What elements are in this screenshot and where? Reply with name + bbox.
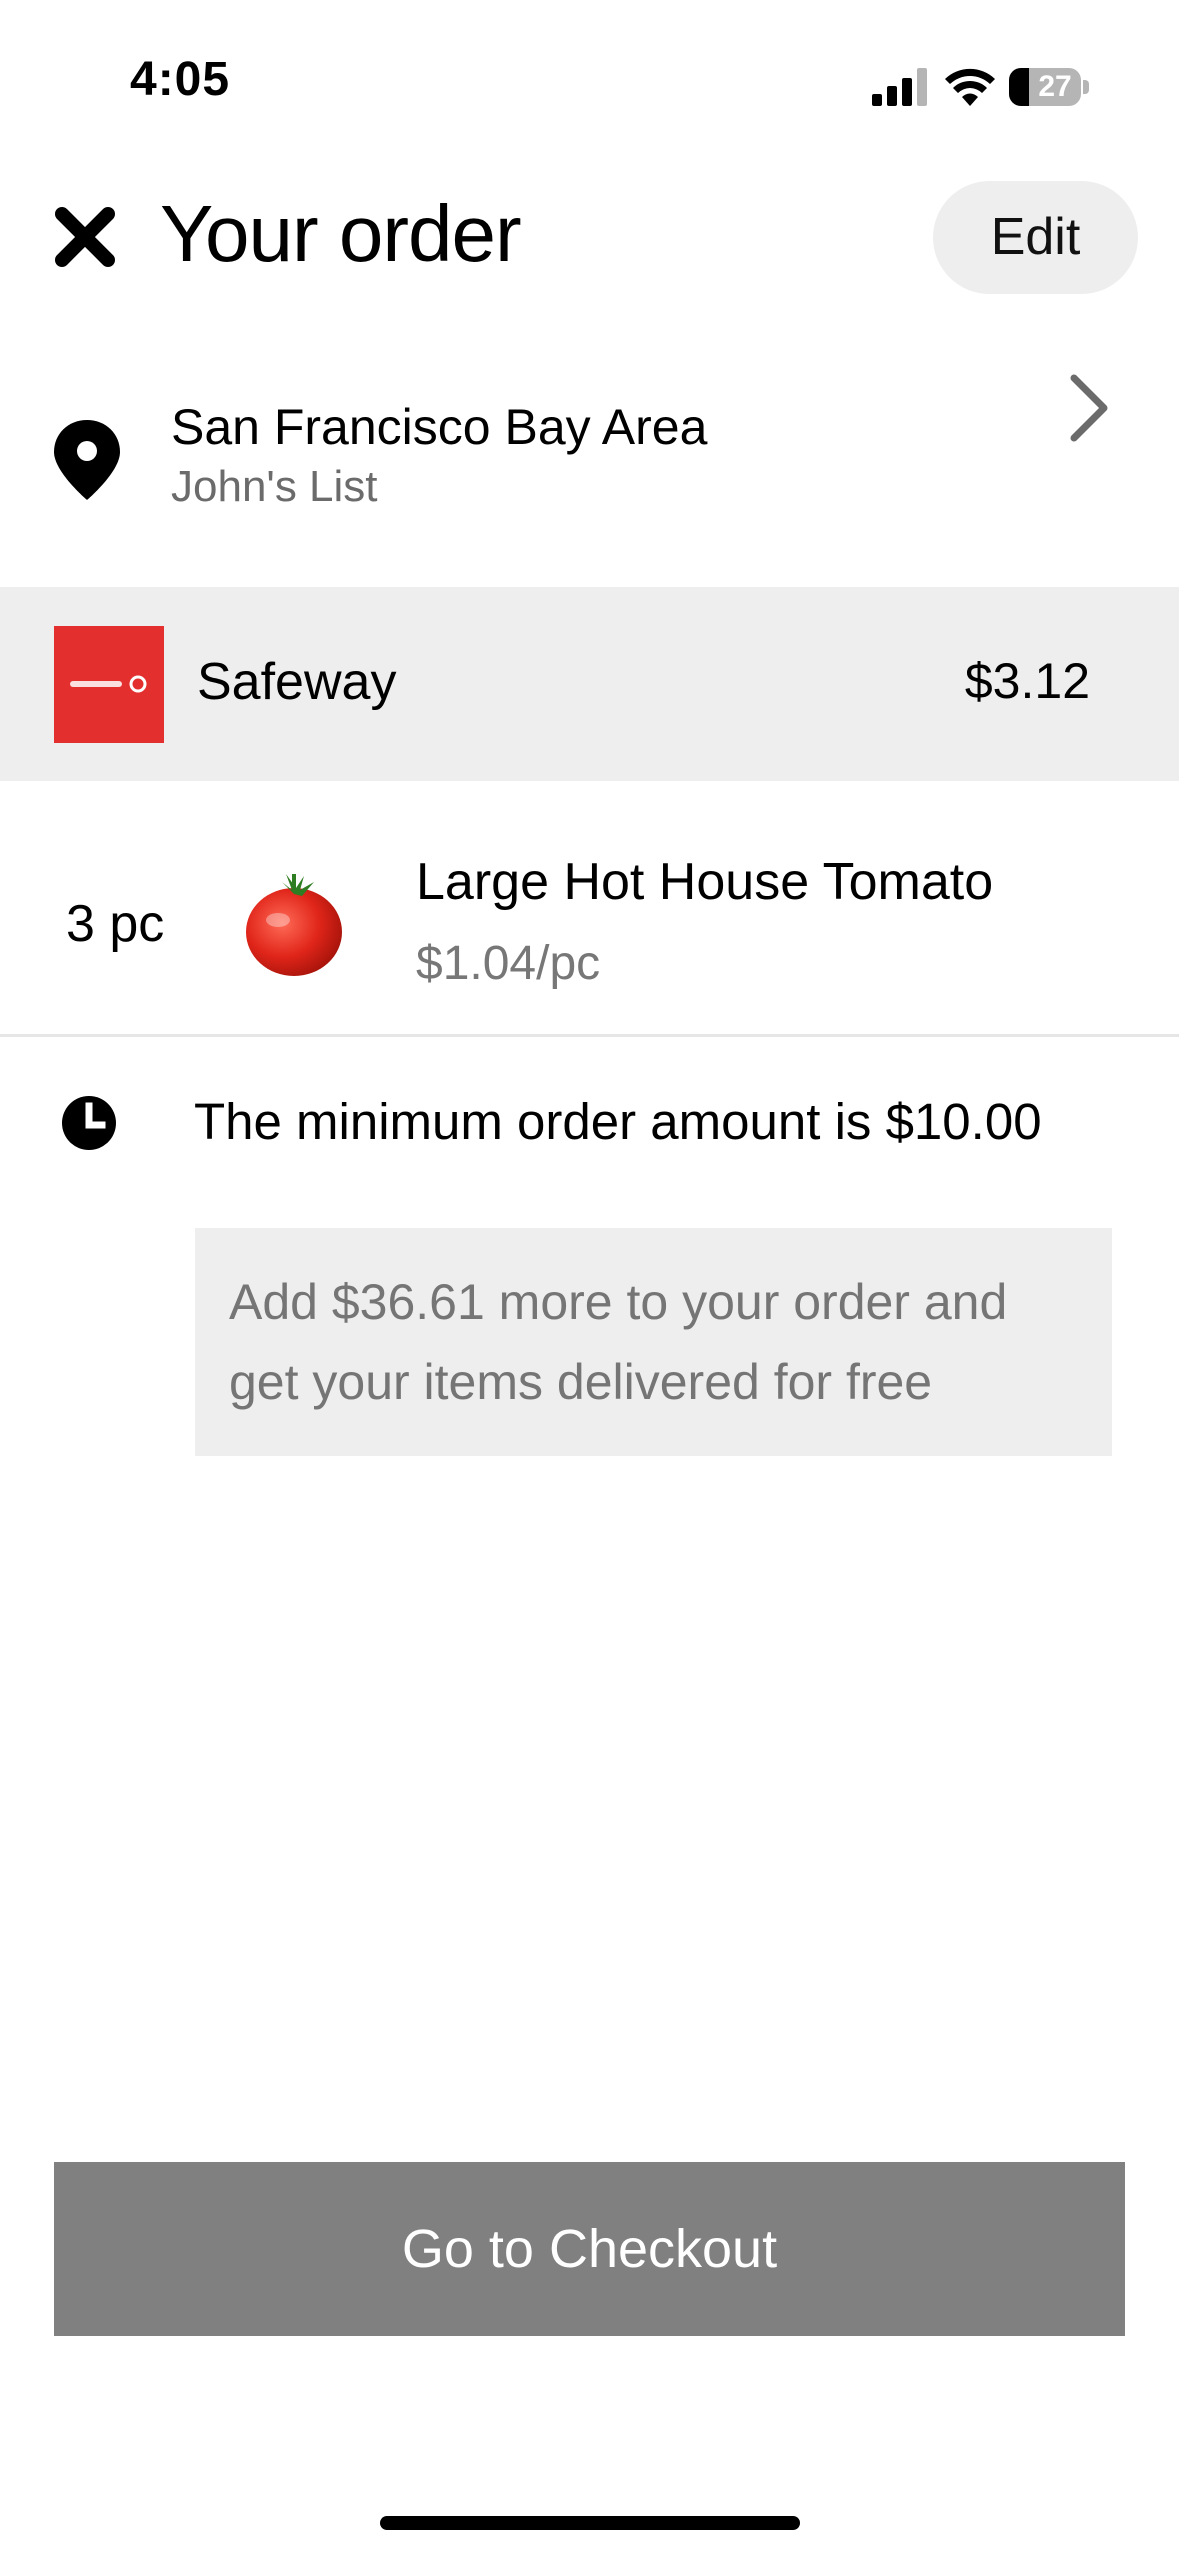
item-quantity[interactable]: 3 pc xyxy=(66,894,164,954)
store-name: Safeway xyxy=(197,653,397,711)
map-pin-icon xyxy=(54,420,120,500)
store-logo xyxy=(54,626,164,743)
location-title: San Francisco Bay Area xyxy=(171,399,708,455)
store-total: $3.12 xyxy=(964,653,1090,709)
battery-level: 27 xyxy=(1038,70,1072,103)
item-name: Large Hot House Tomato xyxy=(416,853,994,911)
checkout-button[interactable]: Go to Checkout xyxy=(54,2162,1125,2336)
battery-tip xyxy=(1083,80,1089,94)
clock-icon xyxy=(62,1096,116,1150)
cellular-signal-icon xyxy=(872,68,932,106)
promo-text: Add $36.61 more to your order and get yo… xyxy=(229,1274,1008,1410)
edit-button[interactable]: Edit xyxy=(933,181,1138,294)
home-indicator[interactable] xyxy=(380,2516,800,2530)
status-time: 4:05 xyxy=(130,53,231,106)
free-delivery-promo: Add $36.61 more to your order and get yo… xyxy=(195,1228,1112,1456)
divider xyxy=(0,1034,1179,1037)
minimum-order-message: The minimum order amount is $10.00 xyxy=(194,1093,1042,1150)
wifi-icon xyxy=(945,68,995,106)
safeway-logo-icon xyxy=(54,626,164,743)
close-icon[interactable] xyxy=(54,206,116,268)
page-title: Your order xyxy=(160,189,522,278)
location-subtitle: John's List xyxy=(171,462,378,511)
tomato-image xyxy=(246,874,342,976)
chevron-right-icon[interactable] xyxy=(1068,374,1110,442)
battery-icon: 27 xyxy=(1009,68,1081,106)
item-unit-price: $1.04/pc xyxy=(416,937,601,990)
